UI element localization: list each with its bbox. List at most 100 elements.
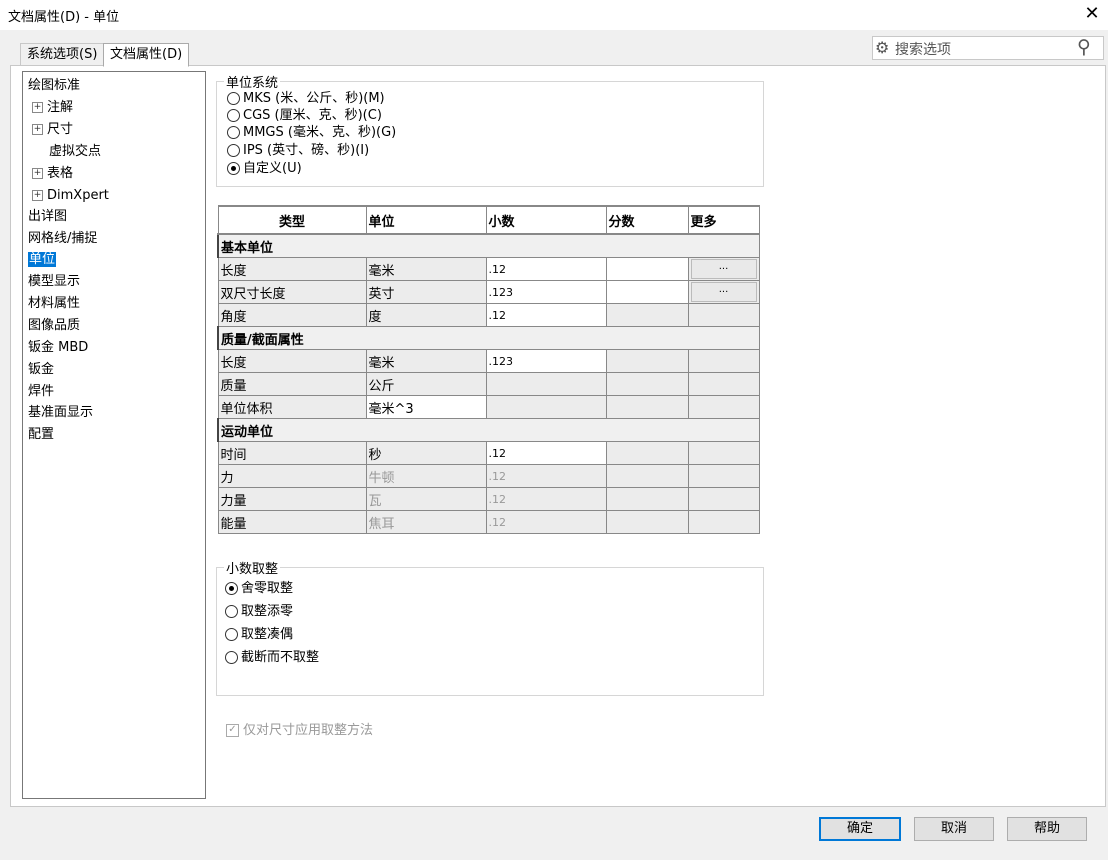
cell-unit[interactable]: 毫米 [365, 349, 487, 373]
cell-more [687, 372, 760, 396]
tree-item-label: 材料属性 [28, 296, 81, 311]
radio-mks[interactable]: MKS (米、公斤、秒)(M) [227, 90, 385, 108]
cell-more: ... [687, 280, 760, 304]
cell-more [687, 487, 760, 511]
more-button[interactable]: ... [690, 282, 757, 302]
cell-type: 力量 [217, 487, 367, 511]
tree-item-plane-display[interactable]: 基准面显示 [28, 403, 93, 423]
search-icon[interactable]: ⚲ [1077, 36, 1091, 58]
tree-item-label: 图像品质 [28, 318, 81, 333]
cell-decimal[interactable]: .12 [485, 441, 607, 465]
cell-decimal: .12 [485, 487, 607, 511]
header-fraction: 分数 [605, 205, 689, 235]
section-basic-units: 基本单位 [217, 233, 760, 258]
radio-mmgs[interactable]: MMGS (毫米、克、秒)(G) [227, 124, 396, 142]
gear-icon[interactable]: ⚙ [875, 38, 889, 57]
cell-more [687, 303, 760, 327]
unit-system-title: 单位系统 [224, 72, 281, 91]
cell-unit[interactable]: 毫米^3 [365, 395, 487, 419]
radio-label: 截断而不取整 [241, 650, 320, 665]
expand-icon[interactable]: + [32, 168, 43, 179]
tree-item-dimensions[interactable]: + 尺寸 [32, 120, 73, 140]
search-placeholder: 搜索选项 [895, 42, 951, 58]
checkbox-checkmark-icon[interactable]: ✓ [226, 724, 239, 737]
units-table: 类型 单位 小数 分数 更多 基本单位 长度 毫米 .12 ... 双尺寸长度 … [217, 205, 760, 534]
cancel-button[interactable]: 取消 [914, 817, 994, 841]
tree-item-detailing[interactable]: 出详图 [28, 207, 67, 227]
radio-label: MKS (米、公斤、秒)(M) [243, 91, 385, 106]
table-row: 力量 瓦 .12 [217, 487, 760, 511]
cell-unit[interactable]: 毫米 [365, 257, 487, 281]
window-title: 文档属性(D) - 单位 [8, 10, 120, 25]
tab-system-options[interactable]: 系统选项(S) [20, 43, 105, 66]
radio-round-half-away[interactable]: 舍零取整 [225, 580, 293, 598]
cell-unit[interactable]: 公斤 [365, 372, 487, 396]
tree-item-material-properties[interactable]: 材料属性 [28, 294, 80, 314]
apply-only-dims-checkbox[interactable]: ✓ 仅对尺寸应用取整方法 [226, 719, 373, 738]
cell-decimal [485, 395, 607, 419]
radio-button[interactable] [227, 126, 240, 139]
ok-button[interactable]: 确定 [819, 817, 901, 841]
cell-fraction [605, 395, 689, 419]
table-row: 能量 焦耳 .12 [217, 510, 760, 534]
tree-item-units[interactable]: 单位 [28, 250, 57, 270]
cell-decimal[interactable]: .123 [485, 280, 607, 304]
table-row: 力 牛顿 .12 [217, 464, 760, 488]
radio-button[interactable] [225, 582, 238, 595]
tree-item-label: 绘图标准 [28, 78, 81, 93]
cell-decimal[interactable]: .123 [485, 349, 607, 373]
help-button[interactable]: 帮助 [1007, 817, 1087, 841]
radio-button[interactable] [225, 651, 238, 664]
tree-item-drafting-standard[interactable]: 绘图标准 [28, 76, 80, 96]
tab-document-properties[interactable]: 文档属性(D) [103, 43, 190, 67]
tree-item-configurations[interactable]: 配置 [28, 425, 54, 445]
cell-fraction [605, 464, 689, 488]
cell-fraction[interactable] [605, 257, 689, 281]
radio-cgs[interactable]: CGS (厘米、克、秒)(C) [227, 107, 382, 125]
radio-round-half-even[interactable]: 取整凑偶 [225, 626, 293, 644]
tree-item-annotations[interactable]: + 注解 [32, 98, 73, 118]
radio-button[interactable] [227, 109, 240, 122]
tree-item-weldments[interactable]: 焊件 [28, 382, 54, 402]
table-row: 长度 毫米 .123 [217, 349, 760, 373]
radio-button[interactable] [227, 92, 240, 105]
cell-fraction [605, 372, 689, 396]
cell-unit: 焦耳 [365, 510, 487, 534]
rounding-group [216, 567, 764, 696]
radio-custom[interactable]: 自定义(U) [227, 160, 302, 178]
tree-item-label: 钣金 [28, 362, 55, 377]
tree-item-label: 焊件 [28, 384, 55, 399]
tree-item-sheet-metal[interactable]: 钣金 [28, 360, 54, 380]
cell-unit: 瓦 [365, 487, 487, 511]
radio-button[interactable] [225, 605, 238, 618]
radio-label: CGS (厘米、克、秒)(C) [243, 108, 382, 123]
tree-item-image-quality[interactable]: 图像品质 [28, 316, 80, 336]
tree-item-sheet-metal-mbd[interactable]: 钣金 MBD [28, 338, 88, 358]
cell-unit[interactable]: 秒 [365, 441, 487, 465]
radio-round-half-toward[interactable]: 取整添零 [225, 603, 293, 621]
radio-button[interactable] [227, 162, 240, 175]
cell-fraction [605, 303, 689, 327]
expand-icon[interactable]: + [32, 102, 43, 113]
cell-decimal[interactable]: .12 [485, 303, 607, 327]
expand-icon[interactable]: + [32, 124, 43, 135]
close-icon[interactable]: ✕ [1080, 2, 1104, 26]
expand-icon[interactable]: + [32, 190, 43, 201]
cell-unit[interactable]: 度 [365, 303, 487, 327]
cell-fraction[interactable] [605, 280, 689, 304]
radio-ips[interactable]: IPS (英寸、磅、秒)(I) [227, 142, 369, 160]
tree-item-model-display[interactable]: 模型显示 [28, 272, 80, 292]
tree-item-grid-snap[interactable]: 网格线/捕捉 [28, 229, 97, 249]
cell-decimal[interactable]: .12 [485, 257, 607, 281]
radio-button[interactable] [227, 144, 240, 157]
more-button[interactable]: ... [690, 259, 757, 279]
tree-item-dimxpert[interactable]: + DimXpert [32, 186, 109, 206]
tree-item-tables[interactable]: + 表格 [32, 164, 73, 184]
radio-button[interactable] [225, 628, 238, 641]
search-input[interactable]: ⚙ 搜索选项 ⚲ [872, 36, 1104, 60]
radio-truncate[interactable]: 截断而不取整 [225, 649, 319, 667]
options-tree: 绘图标准 + 注解 + 尺寸 虚拟交点 + 表格 + DimXpert 出详图 网格线/… [22, 71, 206, 799]
tree-item-virtual-sharps[interactable]: 虚拟交点 [49, 142, 101, 162]
tree-item-label: DimXpert [47, 188, 109, 203]
cell-unit[interactable]: 英寸 [365, 280, 487, 304]
